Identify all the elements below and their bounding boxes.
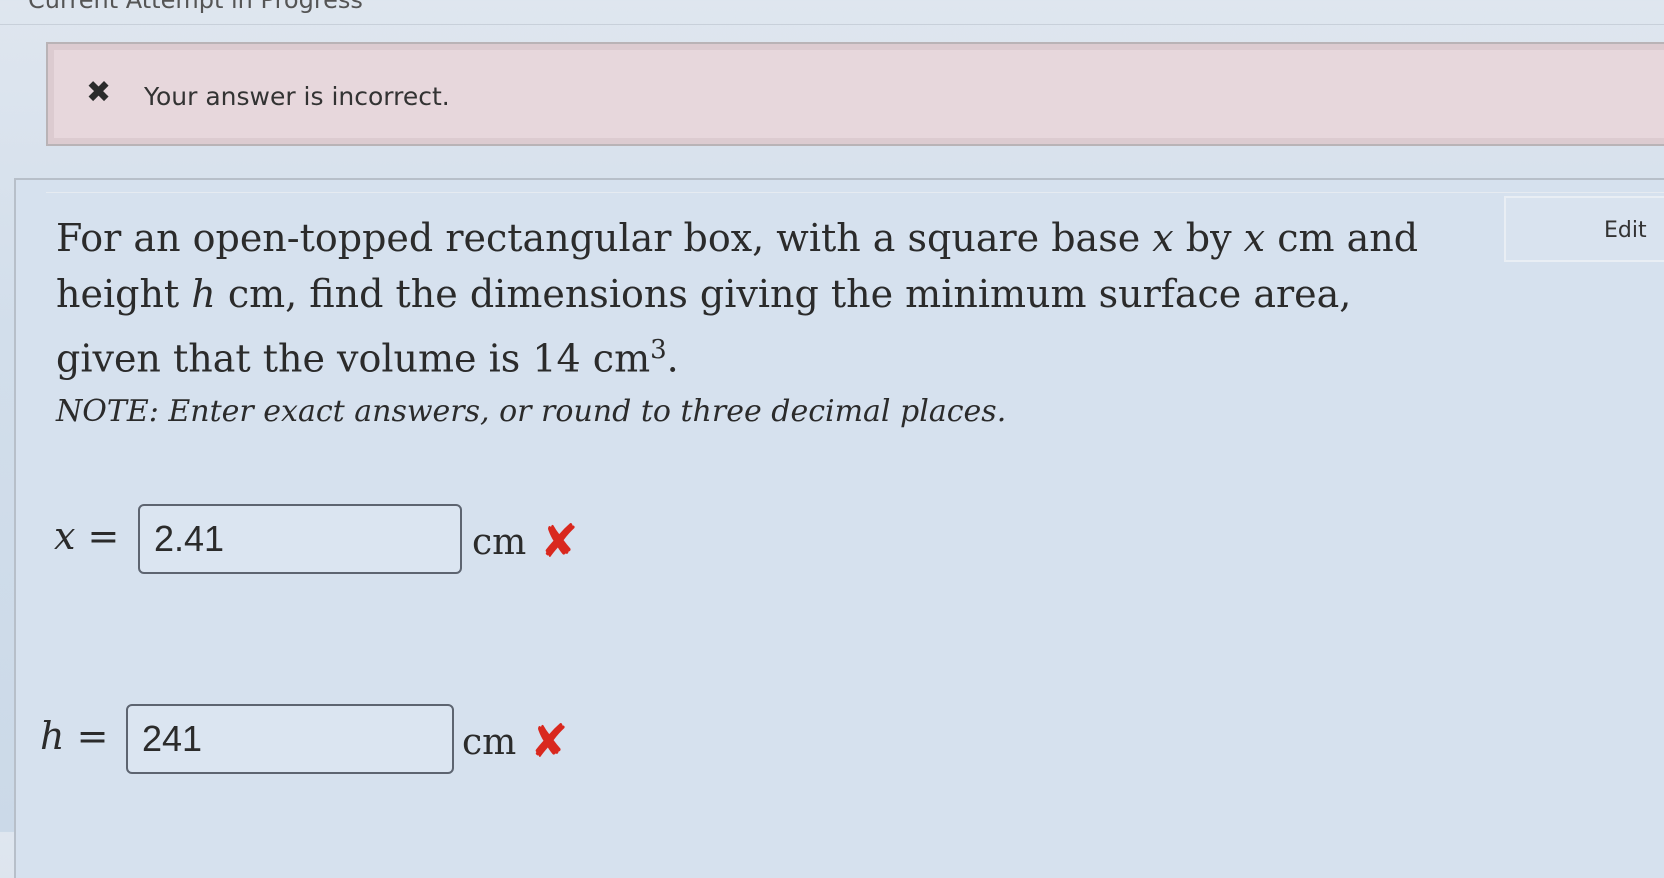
incorrect-alert: ✖ Your answer is incorrect. bbox=[46, 42, 1664, 146]
answer-input-x[interactable] bbox=[138, 504, 462, 574]
math-variable: h bbox=[40, 714, 65, 758]
answer-label: h = bbox=[40, 714, 108, 758]
question-text-part: cm, find the dimensions giving the minim… bbox=[215, 272, 1352, 316]
question-text-part: by bbox=[1173, 216, 1244, 260]
question-line: height h cm, find the dimensions giving … bbox=[56, 266, 1476, 322]
edit-button[interactable]: Edit bbox=[1504, 196, 1664, 262]
equals-sign: = bbox=[64, 714, 109, 758]
question-text-part: height bbox=[56, 272, 192, 316]
rounding-note: NOTE: Enter exact answers, or round to t… bbox=[56, 394, 1007, 429]
question-text-part: given that the volume is 14 cm bbox=[56, 336, 651, 381]
math-variable: x bbox=[54, 514, 76, 558]
answer-input-h[interactable] bbox=[126, 704, 454, 774]
unit-label: cm bbox=[462, 722, 517, 763]
math-variable: x bbox=[1152, 216, 1174, 260]
divider bbox=[46, 192, 1664, 193]
math-variable: x bbox=[1243, 216, 1266, 260]
question-text-part: cm and bbox=[1265, 216, 1419, 260]
question-text-part: . bbox=[666, 336, 679, 381]
question-text-part: For an open-topped rectangular box, with… bbox=[56, 216, 1153, 260]
answer-label: x = bbox=[54, 514, 119, 558]
divider bbox=[0, 24, 1664, 25]
math-variable: h bbox=[191, 272, 216, 316]
unit-label: cm bbox=[472, 522, 527, 563]
question-text: For an open-topped rectangular box, with… bbox=[56, 210, 1476, 387]
incorrect-mark-icon: ✘ bbox=[540, 514, 579, 568]
edit-button-label: Edit bbox=[1604, 218, 1647, 243]
equals-sign: = bbox=[75, 514, 120, 558]
alert-message: Your answer is incorrect. bbox=[144, 82, 450, 111]
close-icon: ✖ bbox=[86, 75, 112, 110]
question-line: For an open-topped rectangular box, with… bbox=[56, 210, 1476, 266]
incorrect-mark-icon: ✘ bbox=[530, 714, 569, 768]
exponent: 3 bbox=[650, 335, 667, 365]
question-line: given that the volume is 14 cm3. bbox=[56, 322, 1476, 387]
page-title: Current Attempt in Progress bbox=[28, 0, 363, 14]
